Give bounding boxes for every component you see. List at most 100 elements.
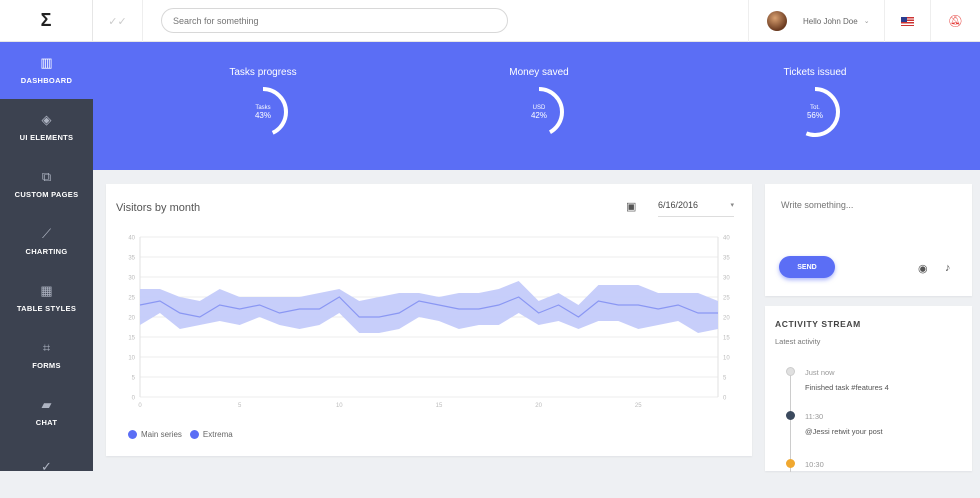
stat-tot: Tickets issued Tot. 56% [715, 67, 915, 138]
sidebar-item-charting[interactable]: ⟋ CHARTING [0, 213, 93, 270]
y-tick-label: 40 [723, 236, 730, 242]
y-tick-label: 25 [128, 296, 135, 302]
sidebar-item-label: DASHBOARD [20, 76, 73, 85]
topbar: ✓✓ Hello John Doe ⌄ 🔕︎ [93, 0, 980, 42]
stat-value: 43% [254, 110, 271, 120]
timeline-dot [786, 459, 795, 468]
y-tick-label: 15 [128, 336, 135, 342]
notifications-off-icon[interactable]: 🔕︎ [931, 0, 980, 42]
y-tick-label: 0 [723, 396, 727, 402]
stat-title: Tasks progress [229, 67, 297, 78]
chart-legend: Main series Extrema [128, 430, 241, 439]
timeline-text: @Jessi retwit your post [805, 427, 883, 436]
chevron-down-icon: ⌄ [863, 18, 870, 25]
y-tick-label: 0 [132, 396, 136, 402]
stat-ring: Tot. 56% [789, 86, 841, 138]
timeline-text: Finished task #features 4 [805, 383, 889, 392]
write-card: SEND ◉ ♪ [765, 184, 972, 296]
x-tick-label: 20 [535, 403, 542, 409]
stat-ring: USD 42% [513, 86, 565, 138]
check-all-icon[interactable]: ✓✓ [93, 0, 143, 42]
avatar [767, 11, 787, 31]
y-tick-label: 35 [128, 256, 135, 262]
y-tick-label: 5 [723, 376, 727, 382]
user-name: Hello John Doe [803, 16, 858, 26]
search-input[interactable] [161, 8, 508, 33]
timeline-time: Just now [805, 368, 835, 377]
stats-banner: Tasks progress Tasks 43% Money saved USD 42% T… [93, 42, 980, 170]
stat-tasks: Tasks progress Tasks 43% [163, 67, 363, 138]
x-tick-label: 10 [336, 403, 343, 409]
camera-icon[interactable]: ◉ [918, 262, 928, 275]
sidebar-item-ui-elements[interactable]: ◈ UI ELEMENTS [0, 99, 93, 156]
sidebar-item-label: CHAT [35, 418, 58, 427]
stat-title: Money saved [509, 67, 569, 78]
sidebar-item-forms[interactable]: ⌗ FORMS [0, 327, 93, 384]
pages-icon: ⧉ [41, 169, 52, 184]
grid-icon: ▦ [40, 283, 53, 298]
activity-subtitle: Latest activity [775, 337, 821, 346]
y-tick-label: 25 [723, 296, 730, 302]
activity-title: ACTIVITY STREAM [775, 319, 861, 329]
layers-icon: ◈ [41, 112, 52, 127]
y-tick-label: 5 [132, 376, 136, 382]
timeline-dot [786, 367, 795, 376]
y-tick-label: 20 [723, 316, 730, 322]
stat-ring: Tasks 43% [237, 86, 289, 138]
y-tick-label: 20 [128, 316, 135, 322]
crop-icon: ⌗ [42, 340, 51, 355]
legend-extrema[interactable]: Extrema [189, 430, 233, 439]
language-selector[interactable] [885, 0, 931, 42]
check-all-icon: ✓ [41, 458, 52, 474]
activity-stream-card: ACTIVITY STREAM Latest activity Just now… [765, 306, 972, 472]
y-tick-label: 30 [128, 276, 135, 282]
x-tick-label: 25 [635, 403, 642, 409]
sidebar-item-label: CUSTOM PAGES [14, 190, 79, 199]
mic-icon[interactable]: ♪ [945, 262, 951, 274]
legend-main-series[interactable]: Main series [128, 430, 182, 439]
stat-center: USD 42% [513, 86, 565, 138]
y-tick-label: 15 [723, 336, 730, 342]
y-tick-label: 40 [128, 236, 135, 242]
chat-icon: ▰ [41, 397, 52, 412]
y-tick-label: 10 [723, 356, 730, 362]
stat-value: 42% [530, 110, 547, 120]
y-tick-label: 10 [128, 356, 135, 362]
stat-center: Tot. 56% [789, 86, 841, 138]
bar-chart-icon: ▥ [40, 55, 53, 70]
sidebar-item-chat[interactable]: ▰ CHAT [0, 384, 93, 441]
timeline-time: 11:30 [805, 412, 824, 421]
sidebar-item-table-styles[interactable]: ▦ TABLE STYLES [0, 270, 93, 327]
timeline-line [790, 372, 791, 472]
stat-center: Tasks 43% [237, 86, 289, 138]
sidebar-item-label: TABLE STYLES [16, 304, 77, 313]
us-flag-icon [901, 16, 914, 26]
send-button[interactable]: SEND [779, 256, 835, 278]
y-tick-label: 35 [723, 256, 730, 262]
trending-icon: ⟋ [41, 226, 52, 241]
stat-title: Tickets issued [783, 67, 847, 78]
sidebar-item-custom-pages[interactable]: ⧉ CUSTOM PAGES [0, 156, 93, 213]
timeline-time: 10:30 [805, 460, 824, 469]
sidebar-item-dashboard[interactable]: ▥ DASHBOARD [0, 42, 93, 99]
message-textarea[interactable] [773, 192, 964, 242]
visitors-chart: 0 05 510 1015 1520 2025 2530 3035 3540 400 5 10 15 20… [128, 236, 730, 410]
sidebar-item-label: UI ELEMENTS [19, 133, 74, 142]
visitors-chart-card: Visitors by month ▣ 6/16/2016 ▾ 0 0 5 5 10 10… [106, 184, 752, 456]
legend-dot-icon [189, 430, 199, 439]
sidebar-item-more[interactable]: ✓ [0, 441, 93, 498]
sidebar-item-label: FORMS [32, 361, 61, 370]
stat-usd: Money saved USD 42% [439, 67, 639, 138]
sidebar-nav: ▥ DASHBOARD ◈ UI ELEMENTS ⧉ CUSTOM PAGES ⟋ CHAR… [0, 42, 93, 498]
y-tick-label: 30 [723, 276, 730, 282]
sidebar-item-label: CHARTING [25, 247, 68, 256]
stat-value: 56% [806, 110, 823, 120]
legend-dot-icon [128, 430, 137, 439]
sidebar: Σ ▥ DASHBOARD ◈ UI ELEMENTS ⧉ CUSTOM PAGES ⟋ CH… [0, 0, 93, 473]
logo[interactable]: Σ [0, 0, 93, 42]
x-tick-label: 5 [238, 403, 242, 409]
timeline-dot [786, 411, 795, 420]
x-tick-label: 15 [436, 403, 443, 409]
x-tick-label: 0 [138, 403, 142, 409]
user-menu[interactable]: Hello John Doe ⌄ [748, 0, 885, 42]
